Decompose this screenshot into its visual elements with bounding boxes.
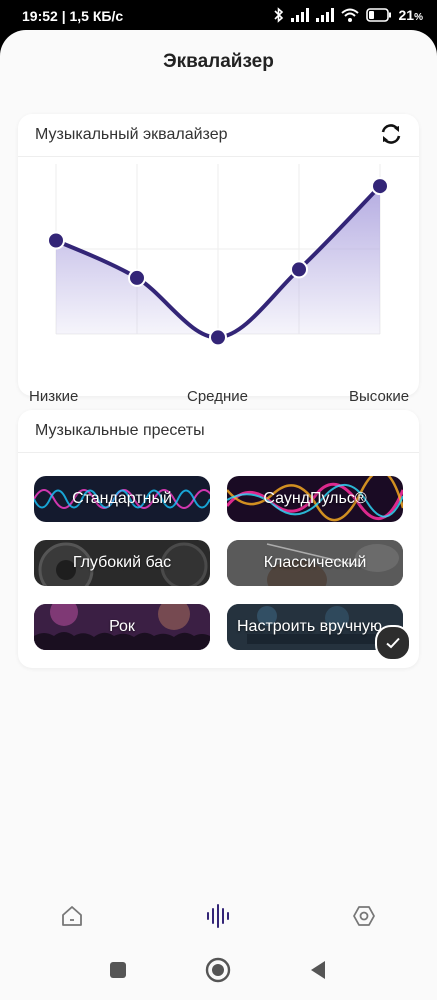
home-icon <box>62 906 82 926</box>
status-icons: 21% <box>273 7 423 23</box>
equalizer-card-header: Музыкальный эквалайзер <box>18 114 419 157</box>
preset-label: Глубокий бас <box>72 554 172 571</box>
battery-icon <box>365 8 391 22</box>
equalizer-chart[interactable] <box>18 156 419 356</box>
equalizer-icon <box>207 904 229 928</box>
preset-label: СаундПульс® <box>263 490 367 507</box>
status-time: 19:52 | 1,5 КБ/с <box>22 8 124 24</box>
recents-icon <box>110 962 126 978</box>
equalizer-title: Музыкальный эквалайзер <box>35 126 228 143</box>
eq-band-knob-5[interactable] <box>371 177 389 196</box>
band-label-mid: Средние <box>187 388 248 405</box>
nav-settings[interactable] <box>340 892 388 940</box>
eq-band-knob-4[interactable] <box>290 260 308 279</box>
band-label-low: Низкие <box>29 388 79 405</box>
eq-band-knob-1[interactable] <box>47 231 65 250</box>
preset-label: Стандартный <box>72 490 172 507</box>
nav-equalizer[interactable] <box>194 892 242 940</box>
back-icon <box>311 961 325 979</box>
home-circle-icon <box>205 957 231 983</box>
preset-label: Классический <box>263 554 367 571</box>
preset-rock[interactable]: Рок <box>34 604 210 650</box>
settings-icon <box>353 906 375 926</box>
system-nav <box>0 950 437 990</box>
preset-deep-bass[interactable]: Глубокий бас <box>34 540 210 586</box>
wifi-icon <box>340 8 359 22</box>
recents-button[interactable] <box>98 950 138 990</box>
page-title: Эквалайзер <box>163 51 274 72</box>
equalizer-card: Музыкальный эквалайзер Низкие Средние Вы… <box>18 114 419 405</box>
refresh-icon[interactable] <box>379 122 403 146</box>
nav-home[interactable] <box>48 892 96 940</box>
preset-standard[interactable]: Стандартный <box>34 476 210 522</box>
back-button[interactable] <box>298 950 338 990</box>
presets-card-header: Музыкальные пресеты <box>18 410 419 453</box>
battery-level: 21% <box>398 7 423 23</box>
home-button[interactable] <box>198 950 238 990</box>
signal-icon <box>290 8 309 22</box>
band-label-high: Высокие <box>349 388 410 405</box>
status-bar: 19:52 | 1,5 КБ/с 21% <box>0 0 437 32</box>
signal-icon <box>315 8 334 22</box>
presets-title: Музыкальные пресеты <box>35 422 205 439</box>
presets-card: Музыкальные пресеты Стандартный СаундПул… <box>18 410 419 668</box>
eq-band-knob-2[interactable] <box>128 268 146 287</box>
check-icon <box>386 637 400 649</box>
app-screen: Эквалайзер Музыкальный эквалайзер Низкие… <box>0 30 437 1000</box>
eq-band-knob-3[interactable] <box>209 328 227 347</box>
preset-soundpulse[interactable]: СаундПульс® <box>227 476 403 522</box>
preset-label: Рок <box>109 618 135 635</box>
bluetooth-icon <box>273 7 283 23</box>
preset-label: Настроить вручную <box>237 618 383 635</box>
bottom-nav <box>0 892 437 940</box>
selected-badge <box>375 625 411 661</box>
preset-classic[interactable]: Классический <box>227 540 403 586</box>
